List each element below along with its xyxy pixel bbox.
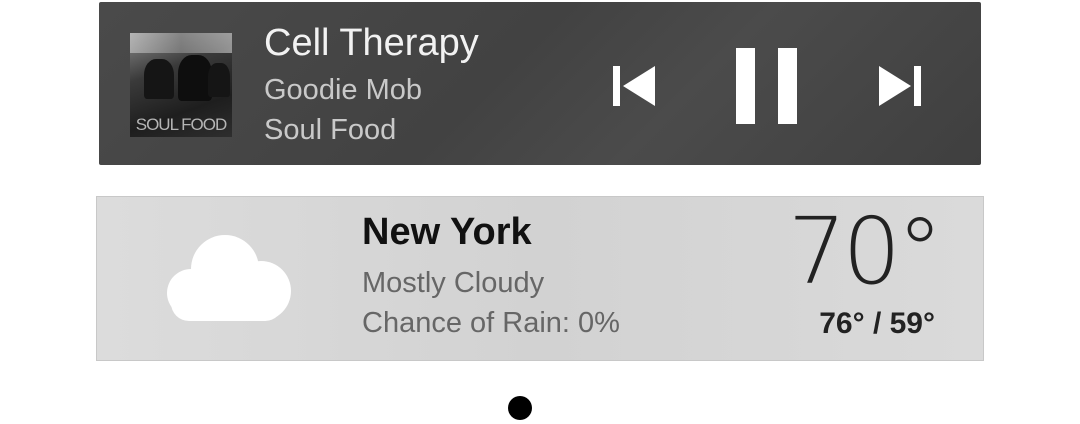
album-art[interactable]: SOUL FOOD	[130, 33, 232, 137]
album-art-figure	[144, 59, 174, 99]
weather-city: New York	[362, 211, 532, 253]
skip-next-icon	[879, 66, 921, 106]
skip-previous-icon	[613, 66, 655, 106]
pause-button[interactable]	[734, 48, 799, 124]
pause-icon	[736, 48, 797, 124]
weather-high-low: 76° / 59°	[819, 307, 935, 340]
weather-condition: Mostly Cloudy	[362, 267, 545, 299]
weather-rain-chance: Chance of Rain: 0%	[362, 307, 620, 339]
next-button[interactable]	[877, 64, 923, 108]
album-art-caption: SOUL FOOD	[135, 115, 228, 134]
track-artist: Goodie Mob	[264, 74, 422, 106]
previous-button[interactable]	[611, 64, 657, 108]
album-art-figure	[178, 55, 212, 101]
album-art-figure	[208, 63, 230, 97]
track-title[interactable]: Cell Therapy	[264, 22, 479, 65]
album-art-band	[130, 33, 232, 53]
weather-temperature: 70°	[787, 198, 943, 305]
music-widget[interactable]: SOUL FOOD Cell Therapy Goodie Mob Soul F…	[99, 2, 981, 165]
track-album: Soul Food	[264, 114, 397, 146]
cloud-icon	[167, 235, 291, 321]
weather-widget[interactable]: New York Mostly Cloudy Chance of Rain: 0…	[96, 196, 984, 361]
page-indicator-dot[interactable]	[508, 396, 532, 420]
